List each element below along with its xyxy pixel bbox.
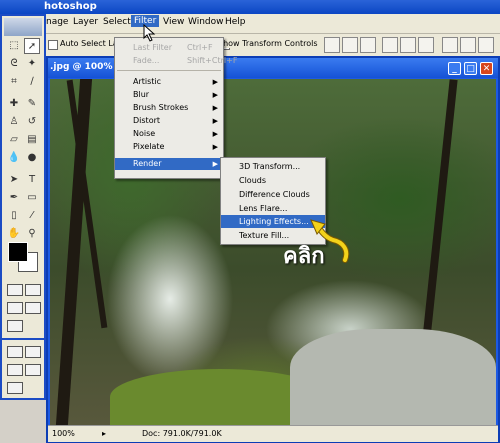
quick-mask-button-2[interactable]: [25, 346, 41, 358]
close-icon[interactable]: ✕: [480, 62, 493, 75]
align-right-button[interactable]: [418, 37, 434, 53]
blur-tool-icon[interactable]: 💧: [6, 150, 22, 166]
submenu-arrow-icon: ▶: [212, 91, 218, 99]
screen-mode-full-button[interactable]: [25, 302, 41, 314]
screen-mode-full-button-2[interactable]: [25, 364, 41, 376]
menu-select[interactable]: Select: [103, 17, 131, 27]
history-brush-tool-icon[interactable]: ↺: [24, 114, 40, 130]
menu-layer[interactable]: Layer: [73, 17, 98, 27]
align-top-button[interactable]: [324, 37, 340, 53]
maximize-icon[interactable]: □: [464, 62, 477, 75]
menu-item-distort[interactable]: Distort ▶: [115, 115, 223, 127]
eraser-tool-icon[interactable]: ▱: [6, 132, 22, 148]
screen-mode-standard-button[interactable]: [7, 302, 23, 314]
submenu-arrow-icon: ▶: [212, 117, 218, 125]
menu-bar: nage Layer Select Filter View Window Hel…: [0, 14, 500, 34]
magic-wand-tool-icon[interactable]: ✦: [24, 56, 40, 72]
submenu-arrow-icon: ▶: [212, 160, 218, 168]
gradient-tool-icon[interactable]: ▤: [24, 132, 40, 148]
submenu-arrow-icon: ▶: [212, 78, 218, 86]
submenu-arrow-icon: ▶: [212, 104, 218, 112]
path-selection-tool-icon[interactable]: ➤: [6, 172, 22, 188]
document-title: .jpg @ 100% (I: [50, 62, 124, 72]
rock-right: [290, 329, 496, 425]
doc-size-info: Doc: 791.0K/791.0K: [142, 429, 222, 438]
healing-brush-tool-icon[interactable]: ✚: [6, 96, 22, 112]
align-left-button[interactable]: [382, 37, 398, 53]
submenu-item-lens-flare[interactable]: Lens Flare...: [221, 202, 325, 215]
shape-tool-icon[interactable]: ▭: [24, 190, 40, 206]
lasso-tool-icon[interactable]: ᘓ: [6, 56, 22, 72]
menu-item-pixelate[interactable]: Pixelate ▶: [115, 141, 223, 153]
menu-help[interactable]: Help: [225, 17, 246, 27]
toolbox-divider: [2, 338, 44, 340]
submenu-arrow-icon: ▶: [212, 130, 218, 138]
menu-item-brush-strokes[interactable]: Brush Strokes ▶: [115, 102, 223, 114]
show-transform-label: Show Transform Controls: [218, 39, 318, 48]
submenu-item-clouds[interactable]: Clouds: [221, 174, 325, 187]
app-title: hotoshop: [44, 1, 97, 12]
doc-info-icon[interactable]: ▸: [102, 429, 106, 438]
jump-to-imageready-button[interactable]: [7, 320, 23, 332]
toolbox-logo: [4, 18, 42, 36]
standard-mode-button-2[interactable]: [7, 346, 23, 358]
align-bottom-button[interactable]: [360, 37, 376, 53]
menu-item-render[interactable]: Render ▶: [115, 158, 223, 170]
standard-mode-button[interactable]: [7, 284, 23, 296]
distribute-top-button[interactable]: [442, 37, 458, 53]
mouse-pointer-icon: [143, 24, 156, 42]
menu-window[interactable]: Window: [188, 17, 224, 27]
align-center-button[interactable]: [400, 37, 416, 53]
quick-mask-button[interactable]: [25, 284, 41, 296]
pen-tool-icon[interactable]: ✒: [6, 190, 22, 206]
distribute-middle-button[interactable]: [460, 37, 476, 53]
app-title-bar: hotoshop: [0, 0, 500, 14]
click-caption: คลิก: [283, 244, 325, 269]
menu-item-fade: Fade... Shift+Ctrl+F: [133, 56, 238, 65]
move-tool-icon[interactable]: ➚: [24, 38, 40, 54]
clone-stamp-tool-icon[interactable]: ♙: [6, 114, 22, 130]
tree-trunk-right: [420, 79, 458, 359]
minimize-icon[interactable]: _: [448, 62, 461, 75]
filter-menu: Last Filter Ctrl+F Fade... Shift+Ctrl+F …: [114, 37, 238, 179]
menu-separator: [117, 70, 221, 71]
foreground-color-swatch[interactable]: [8, 242, 28, 262]
submenu-item-difference-clouds[interactable]: Difference Clouds: [221, 188, 325, 201]
crop-tool-icon[interactable]: ⌗: [6, 74, 22, 90]
type-tool-icon[interactable]: T: [24, 172, 40, 188]
toolbox: ⬚ ➚ ᘓ ✦ ⌗ ∕ ✚ ✎ ♙ ↺ ▱ ▤ 💧 ● ➤ T ✒ ▭ ▯ ⁄ …: [0, 14, 46, 400]
slice-tool-icon[interactable]: ∕: [24, 74, 40, 90]
dodge-tool-icon[interactable]: ●: [24, 150, 40, 166]
options-bar: Auto Select Layer Show Transform Control…: [44, 34, 500, 57]
menu-view[interactable]: View: [163, 17, 184, 27]
distribute-bottom-button[interactable]: [478, 37, 494, 53]
zoom-level[interactable]: 100%: [52, 429, 75, 438]
brush-tool-icon[interactable]: ✎: [24, 96, 40, 112]
eyedropper-tool-icon[interactable]: ⁄: [24, 208, 40, 224]
menu-image[interactable]: nage: [46, 17, 68, 27]
submenu-arrow-icon: ▶: [212, 143, 218, 151]
marquee-tool-icon[interactable]: ⬚: [6, 38, 22, 54]
hand-tool-icon[interactable]: ✋: [6, 226, 22, 242]
menu-item-noise[interactable]: Noise ▶: [115, 128, 223, 140]
zoom-tool-icon[interactable]: ⚲: [24, 226, 40, 242]
auto-select-checkbox[interactable]: [48, 40, 58, 50]
notes-tool-icon[interactable]: ▯: [6, 208, 22, 224]
menu-item-blur[interactable]: Blur ▶: [115, 89, 223, 101]
jump-to-imageready-button-2[interactable]: [7, 382, 23, 394]
menu-item-artistic[interactable]: Artistic ▶: [115, 76, 223, 88]
submenu-item-3d-transform[interactable]: 3D Transform...: [221, 160, 325, 173]
status-bar: 100% ▸ Doc: 791.0K/791.0K: [48, 425, 498, 442]
menu-item-last-filter: Last Filter Ctrl+F: [133, 43, 213, 52]
align-middle-button[interactable]: [342, 37, 358, 53]
screen-mode-standard-button-2[interactable]: [7, 364, 23, 376]
